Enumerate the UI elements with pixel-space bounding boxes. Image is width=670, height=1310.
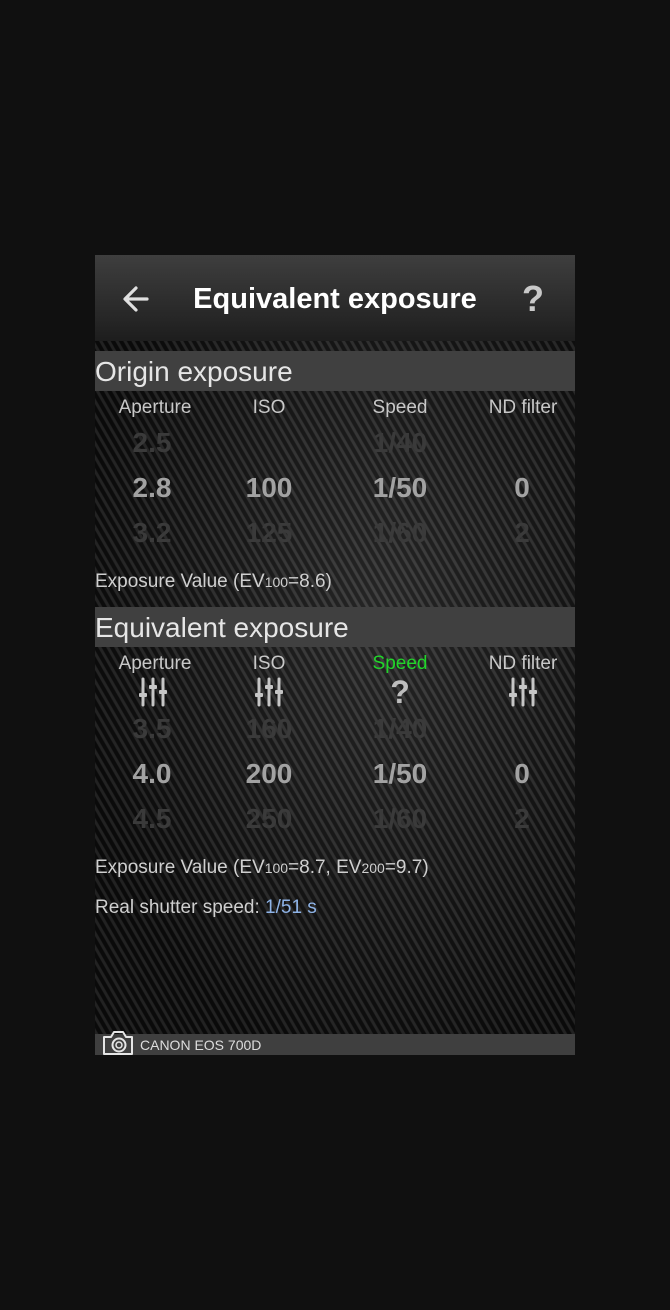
sliders-icon	[255, 677, 283, 707]
wheel-prev-value: 1/40	[372, 713, 428, 744]
wheel-selected-value: 0	[514, 758, 530, 789]
origin-iso-label: ISO	[252, 397, 286, 418]
real-shutter-speed-text: Real shutter speed: 1/51 s	[95, 897, 317, 919]
camera-model-name: CANON EOS 700D	[140, 1037, 262, 1053]
wheel-prev-value: 3.5	[132, 713, 172, 744]
question-icon: ?	[522, 278, 544, 319]
wheel-selected-value: 100	[245, 472, 293, 503]
wheel-next-value: 1/60	[372, 803, 428, 834]
back-button[interactable]	[117, 279, 157, 319]
question-icon: ?	[390, 674, 410, 710]
wheel-next-value: 2	[514, 517, 530, 548]
equivalent-nd-filter-label: ND filter	[488, 653, 558, 674]
sliders-icon	[139, 677, 167, 707]
equivalent-exposure-heading: Equivalent exposure	[95, 607, 575, 647]
arrow-left-icon	[123, 286, 149, 312]
wheel-selected-value: 200	[245, 758, 293, 789]
camera-selector-bar[interactable]: CANON EOS 700D	[95, 1031, 575, 1055]
equivalent-iso-label: ISO	[252, 653, 286, 674]
equivalent-exposure-value-text: Exposure Value (EV100=8.7, EV200=9.7)	[95, 857, 429, 878]
wheel-next-value: 3.2	[132, 517, 172, 548]
origin-exposure-heading: Origin exposure	[95, 351, 575, 391]
wheel-selected-value: 1/50	[372, 758, 428, 789]
equivalent-exposure-dialog: Equivalent exposure ? Origin exposure Ap…	[95, 255, 575, 1055]
real-shutter-speed-label: Real shutter speed:	[95, 897, 266, 918]
origin-aperture-label: Aperture	[118, 397, 192, 418]
wheel-prev-value: 160	[245, 713, 293, 744]
wheel-selected-value: 0	[514, 472, 530, 503]
wheel-prev-value: 1/40	[372, 427, 428, 458]
nd-filter-adjust-button[interactable]	[463, 676, 575, 708]
origin-exposure-value-text: Exposure Value (EV100=8.6)	[95, 571, 332, 592]
wheel-next-value: 125	[245, 517, 293, 548]
origin-speed-label: Speed	[372, 397, 428, 418]
wheel-prev-value: 2.5	[132, 427, 172, 458]
camera-icon	[103, 1031, 133, 1055]
real-shutter-speed-value: 1/51 s	[265, 897, 317, 918]
equivalent-aperture-label: Aperture	[118, 653, 192, 674]
wheel-next-value: 1/60	[372, 517, 428, 548]
wheel-next-value: 250	[245, 803, 293, 834]
wheel-selected-value: 4.0	[132, 758, 172, 789]
page-title: Equivalent exposure	[193, 283, 477, 315]
wheel-selected-value: 2.8	[132, 472, 172, 503]
aperture-adjust-button[interactable]	[95, 676, 213, 708]
wheel-next-value: 2	[514, 803, 530, 834]
wheel-next-value: 4.5	[132, 803, 172, 834]
sliders-icon	[509, 677, 537, 707]
equivalent-speed-label: Speed	[372, 653, 428, 674]
iso-adjust-button[interactable]	[209, 676, 329, 708]
origin-nd-filter-label: ND filter	[488, 397, 558, 418]
speed-calculated-indicator[interactable]: ?	[340, 676, 460, 708]
wheel-selected-value: 1/50	[372, 472, 428, 503]
help-button[interactable]: ?	[513, 277, 553, 321]
title-bar: Equivalent exposure ?	[95, 255, 575, 341]
